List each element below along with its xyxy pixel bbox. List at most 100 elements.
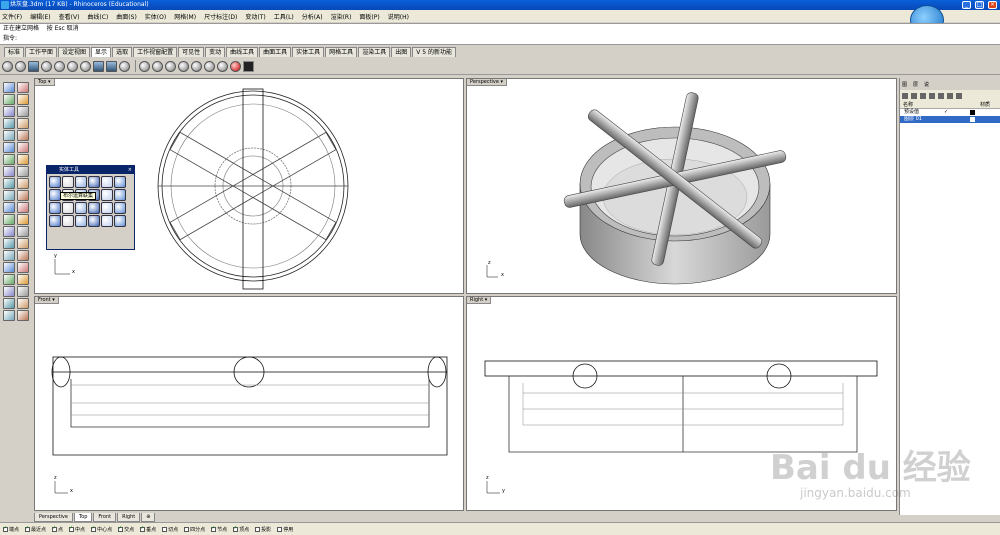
ground-plane-icon[interactable] (191, 60, 202, 72)
move-down-icon[interactable] (938, 92, 944, 99)
menu-analyze[interactable]: 分析(A) (302, 12, 323, 21)
osnap-checkbox-icon[interactable] (118, 525, 124, 532)
xray-icon[interactable] (54, 60, 65, 72)
osnap-10[interactable]: 顶点 (233, 525, 249, 533)
osnap-8[interactable]: 四分点 (184, 526, 205, 533)
maximize-button[interactable]: □ (975, 1, 984, 9)
osnap-checkbox-icon[interactable] (140, 525, 146, 532)
osnap-checkbox-icon[interactable] (184, 526, 190, 532)
offset-icon[interactable] (49, 215, 61, 227)
filter-icon[interactable] (947, 92, 953, 99)
freeform-tool-icon[interactable] (3, 130, 15, 141)
menu-file[interactable]: 文件(F) (2, 12, 22, 21)
osnap-0[interactable]: 端点 (3, 525, 19, 533)
tab-mesh-tools[interactable]: 网格工具 (325, 47, 358, 57)
menu-dimension[interactable]: 尺寸标注(D) (204, 12, 237, 21)
close-button[interactable]: × (988, 1, 997, 9)
cap-icon[interactable] (114, 189, 126, 201)
viewport-front[interactable]: Front z x (34, 296, 464, 511)
split-tool-icon[interactable] (3, 202, 15, 213)
view-tab-right[interactable]: Right (117, 513, 141, 522)
tab-viewport-layout[interactable]: 工作视窗配置 (133, 47, 178, 57)
loft-tool-icon[interactable] (3, 154, 15, 165)
text-tool-icon[interactable] (17, 262, 29, 273)
osnap-1[interactable]: 最近点 (25, 525, 46, 533)
move-up-icon[interactable] (929, 92, 935, 99)
osnap-2[interactable]: 点 (52, 525, 63, 533)
ghosted-icon[interactable] (41, 60, 52, 72)
polyline-tool-icon[interactable] (3, 94, 15, 105)
cylinder-icon[interactable] (75, 176, 87, 188)
join-tool-icon[interactable] (17, 202, 29, 213)
viewport-label-top[interactable]: Top (35, 79, 55, 86)
tab-curve-tools[interactable]: 曲线工具 (226, 47, 259, 57)
osnap-5[interactable]: 交点 (118, 525, 134, 533)
environment-icon[interactable] (178, 60, 189, 72)
boolean-tool-icon[interactable] (17, 166, 29, 177)
menu-panels[interactable]: 面板(P) (359, 12, 379, 21)
solid-points-icon[interactable] (101, 215, 113, 227)
solid-tools-palette[interactable]: 实体工具 × (46, 165, 135, 250)
properties-tool-icon[interactable] (17, 286, 29, 297)
material-icon[interactable] (152, 60, 163, 72)
solid-tools-header[interactable]: 实体工具 × (47, 166, 134, 174)
tab-render-tools[interactable]: 渲染工具 (358, 47, 391, 57)
solid-tools-close-button[interactable]: × (128, 166, 132, 174)
add-view-tab-icon[interactable]: ⊕ (141, 513, 156, 522)
move-face-icon[interactable] (101, 202, 113, 214)
menu-curve[interactable]: 曲线(C) (87, 12, 108, 21)
light-icon[interactable] (165, 60, 176, 72)
edit-tool-icon[interactable] (17, 310, 29, 321)
shaded-icon[interactable] (15, 60, 26, 72)
osnap-3[interactable]: 中点 (69, 525, 85, 533)
circle-tool-icon[interactable] (3, 106, 15, 117)
panel-tab-properties[interactable]: 图 (902, 81, 907, 88)
analysis-tool-icon[interactable] (17, 298, 29, 309)
osnap-checkbox-icon[interactable] (255, 526, 261, 532)
fillet-edge-icon[interactable] (62, 202, 74, 214)
view-tab-perspective[interactable]: Perspective (34, 513, 73, 522)
tab-select[interactable]: 选取 (112, 47, 133, 57)
extrude-tool-icon[interactable] (17, 142, 29, 153)
box-icon[interactable] (49, 176, 61, 188)
sweep-tool-icon[interactable] (17, 154, 29, 165)
wireframe-icon[interactable] (2, 60, 13, 72)
osnap-12[interactable]: 停用 (277, 526, 293, 533)
osnap-checkbox-icon[interactable] (69, 525, 75, 532)
solid-box-tool-icon[interactable] (3, 166, 15, 177)
viewport-label-front[interactable]: Front (35, 297, 59, 304)
tab-solid-tools[interactable]: 实体工具 (292, 47, 325, 57)
monitor-icon[interactable] (243, 60, 254, 72)
dimension-tool-icon[interactable] (3, 262, 15, 273)
cone-icon[interactable] (88, 176, 100, 188)
panel-tab-help[interactable]: 说 (924, 81, 929, 88)
pen-icon[interactable] (93, 60, 104, 72)
rendered-icon[interactable] (28, 60, 39, 72)
menu-view[interactable]: 查看(V) (59, 12, 80, 21)
offset-tool-icon[interactable] (3, 190, 15, 201)
osnap-checkbox-icon[interactable] (3, 525, 8, 532)
command-prompt[interactable]: 指令: (0, 34, 1000, 44)
new-sublayer-icon[interactable] (911, 92, 917, 99)
layer-color-swatch[interactable] (970, 110, 975, 115)
osnap-checkbox-icon[interactable] (25, 525, 31, 532)
minimize-button[interactable]: _ (962, 1, 971, 9)
viewport-perspective[interactable]: Perspective z x (466, 78, 897, 294)
osnap-checkbox-icon[interactable] (233, 525, 239, 532)
explode-tool-icon[interactable] (3, 214, 15, 225)
menu-edit[interactable]: 编辑(E) (30, 12, 50, 21)
rectangle-tool-icon[interactable] (17, 130, 29, 141)
check-tool-icon[interactable] (3, 310, 15, 321)
array-tool-icon[interactable] (17, 250, 29, 261)
menu-solid[interactable]: 实体(O) (145, 12, 166, 21)
menu-surface[interactable]: 曲面(S) (116, 12, 137, 21)
layer-row-default[interactable]: 预设值 ✓ (900, 109, 1000, 116)
arc-tool-icon[interactable] (17, 106, 29, 117)
osnap-7[interactable]: 切点 (162, 526, 178, 533)
select-tool-icon[interactable] (3, 82, 15, 93)
new-layer-icon[interactable] (902, 92, 908, 99)
artistic-icon[interactable] (80, 60, 91, 72)
sphere-icon[interactable] (62, 176, 74, 188)
tab-standard[interactable]: 标准 (4, 47, 25, 57)
osnap-checkbox-icon[interactable] (211, 525, 217, 532)
